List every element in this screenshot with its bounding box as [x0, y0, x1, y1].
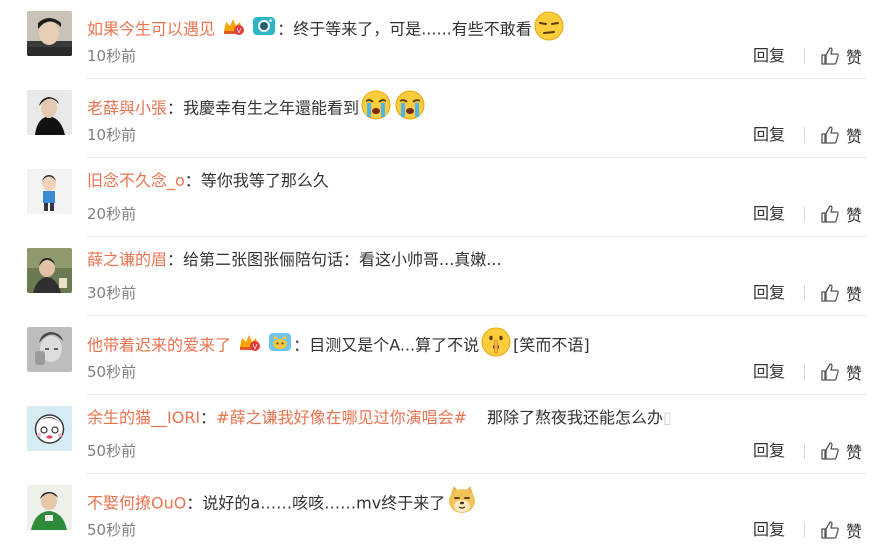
comment-item: 不娶何撩OuO：说好的a……咳咳……mv终于来了 50秒前 回复 赞 — [0, 474, 894, 547]
comment-line: 旧念不久念_o：等你我等了那么久 — [87, 168, 329, 194]
crying-face-emoji — [394, 89, 426, 129]
reply-button[interactable]: 回复 — [753, 283, 785, 303]
comment-tail-text: [笑而不语] — [513, 335, 590, 355]
like-button[interactable]: 赞 — [820, 439, 863, 462]
truncated-text: ▯ — [663, 408, 672, 427]
like-button[interactable]: 赞 — [820, 360, 863, 383]
timestamp: 10秒前 — [87, 126, 137, 144]
like-label: 赞 — [846, 443, 863, 462]
avatar[interactable] — [27, 327, 72, 372]
camera-icon — [252, 15, 276, 45]
like-button[interactable]: 赞 — [820, 518, 863, 541]
avatar[interactable] — [27, 406, 72, 451]
divider — [804, 285, 805, 301]
comment-line: 余生的猫__IORI：#薛之谦我好像在哪见过你演唱会# 那除了熬夜我还能怎么办▯ — [87, 405, 672, 431]
like-label: 赞 — [846, 285, 863, 304]
svg-text:V: V — [237, 27, 242, 35]
like-button[interactable]: 赞 — [820, 44, 863, 67]
colon: ： — [167, 98, 184, 118]
avatar[interactable] — [27, 11, 72, 56]
thumbs-up-icon — [821, 442, 839, 460]
divider — [804, 127, 805, 143]
cat-badge-icon — [268, 331, 292, 361]
reply-button[interactable]: 回复 — [753, 520, 785, 540]
avatar[interactable] — [27, 90, 72, 135]
comment-item: 旧念不久念_o：等你我等了那么久 20秒前 回复 赞 — [0, 158, 894, 237]
colon: ： — [200, 408, 217, 427]
comment-text: 目测又是个A...算了不说 — [309, 335, 480, 355]
avatar[interactable] — [27, 169, 72, 214]
colon: ： — [184, 171, 201, 190]
avatar[interactable] — [27, 248, 72, 293]
comment-list: 如果今生可以遇见 V ：终于等来了，可是......有些不敢看 10秒前 回复 … — [0, 0, 894, 547]
comment-text: 等你我等了那么久 — [200, 171, 329, 190]
like-button[interactable]: 赞 — [820, 202, 863, 225]
timestamp: 30秒前 — [87, 284, 137, 302]
thumbs-up-icon — [821, 363, 839, 381]
avatar[interactable] — [27, 485, 72, 530]
like-label: 赞 — [846, 127, 863, 146]
divider — [804, 206, 805, 222]
username[interactable]: 余生的猫__IORI — [87, 408, 200, 427]
colon: ： — [293, 335, 310, 355]
comment-item: 老薛與小張：我慶幸有生之年還能看到 10秒前 回复 赞 — [0, 79, 894, 158]
thumbs-up-icon — [821, 47, 839, 65]
timestamp: 50秒前 — [87, 521, 137, 539]
comment-line: 薛之谦的眉：给第二张图张俪陪句话：看这小帅哥...真嫩... — [87, 247, 502, 273]
topic-link[interactable]: #薛之谦我好像在哪见过你演唱会# — [216, 408, 467, 427]
squint-face-emoji — [533, 10, 565, 50]
reply-button[interactable]: 回复 — [753, 46, 785, 66]
timestamp: 50秒前 — [87, 442, 137, 460]
crying-face-emoji — [360, 89, 392, 129]
username[interactable]: 不娶何撩OuO — [87, 494, 186, 513]
reply-button[interactable]: 回复 — [753, 204, 785, 224]
comment-line: 老薛與小張：我慶幸有生之年還能看到 — [87, 89, 427, 120]
comment-text: 终于等来了，可是......有些不敢看 — [293, 19, 532, 39]
divider — [804, 364, 805, 380]
reply-button[interactable]: 回复 — [753, 441, 785, 461]
comment-item: 余生的猫__IORI：#薛之谦我好像在哪见过你演唱会# 那除了熬夜我还能怎么办▯ … — [0, 395, 894, 474]
username[interactable]: 如果今生可以遇见 — [87, 20, 215, 39]
thumbs-up-icon — [821, 126, 839, 144]
username[interactable]: 他带着迟来的爱来了 — [87, 336, 231, 355]
comment-text: 那除了熬夜我还能怎么办 — [487, 408, 664, 427]
username[interactable]: 老薛與小張 — [87, 99, 167, 118]
colon: ： — [167, 250, 184, 269]
comment-text: 说好的a……咳咳……mv终于来了 — [202, 493, 446, 513]
divider — [804, 522, 805, 538]
divider — [804, 48, 805, 64]
thumbs-up-icon — [821, 521, 839, 539]
comment-text: 我慶幸有生之年還能看到 — [183, 98, 360, 118]
like-button[interactable]: 赞 — [820, 123, 863, 146]
crown-vip-icon: V — [221, 16, 245, 44]
username[interactable]: 旧念不久念_o — [87, 171, 185, 190]
comment-item: 薛之谦的眉：给第二张图张俪陪句话：看这小帅哥...真嫩... 30秒前 回复 赞 — [0, 237, 894, 316]
shush-face-emoji — [480, 326, 512, 366]
timestamp: 50秒前 — [87, 363, 137, 381]
reply-button[interactable]: 回复 — [753, 362, 785, 382]
comment-line: 不娶何撩OuO：说好的a……咳咳……mv终于来了 — [87, 484, 479, 513]
crown-vip-icon: V — [237, 332, 261, 360]
colon: ： — [277, 19, 294, 39]
username[interactable]: 薛之谦的眉 — [87, 250, 167, 269]
comment-text: 给第二张图张俪陪句话：看这小帅哥...真嫩... — [183, 250, 502, 269]
like-label: 赞 — [846, 206, 863, 225]
comment-line: 如果今生可以遇见 V ：终于等来了，可是......有些不敢看 — [87, 10, 566, 41]
like-label: 赞 — [846, 364, 863, 383]
comment-line: 他带着迟来的爱来了 V ：目测又是个A...算了不说 [笑而不语] — [87, 326, 590, 357]
doge-emoji — [446, 484, 478, 524]
thumbs-up-icon — [821, 284, 839, 302]
comment-item: 他带着迟来的爱来了 V ：目测又是个A...算了不说 [笑而不语] 50秒前 回… — [0, 316, 894, 395]
colon: ： — [186, 493, 203, 513]
like-button[interactable]: 赞 — [820, 281, 863, 304]
svg-text:V: V — [253, 343, 258, 351]
timestamp: 20秒前 — [87, 205, 137, 223]
like-label: 赞 — [846, 522, 863, 541]
timestamp: 10秒前 — [87, 47, 137, 65]
thumbs-up-icon — [821, 205, 839, 223]
reply-button[interactable]: 回复 — [753, 125, 785, 145]
comment-item: 如果今生可以遇见 V ：终于等来了，可是......有些不敢看 10秒前 回复 … — [0, 0, 894, 79]
like-label: 赞 — [846, 48, 863, 67]
divider — [804, 443, 805, 459]
